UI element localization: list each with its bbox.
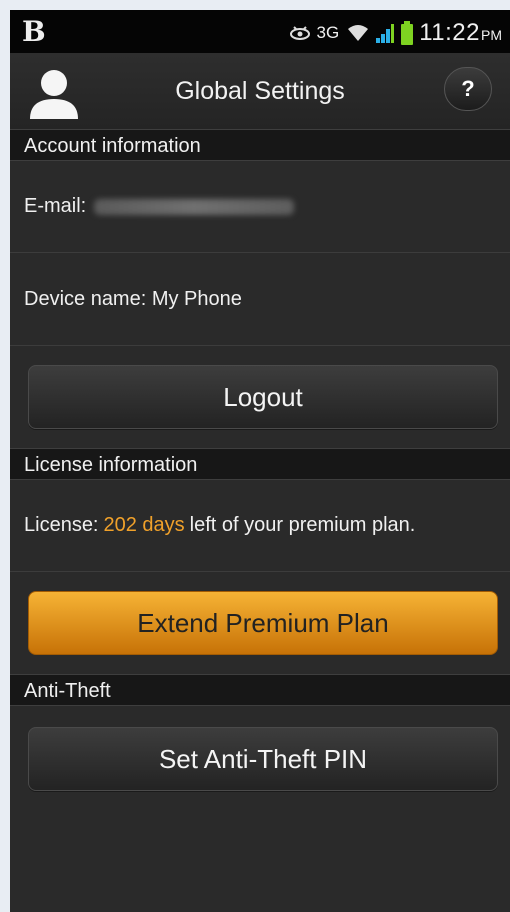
device-name-label: Device name: My Phone: [24, 288, 242, 310]
phone-screen: B 3G 11:22PM Global Settings ? Account i…: [10, 10, 510, 912]
email-row: E-mail:: [10, 161, 510, 253]
logout-button[interactable]: Logout: [28, 365, 498, 429]
section-license-information: License information: [10, 448, 510, 480]
license-days: 202 days: [103, 514, 185, 536]
section-account-information: Account information: [10, 129, 510, 161]
title-bar: Global Settings ?: [10, 53, 510, 130]
status-icons: 3G 11:22PM: [289, 18, 502, 48]
email-value-redacted: [94, 198, 295, 215]
eye-icon: [289, 26, 310, 40]
license-label: License:: [24, 514, 99, 536]
license-suffix: left of your premium plan.: [189, 514, 416, 536]
section-anti-theft: Anti-Theft: [10, 674, 510, 706]
extend-premium-plan-button[interactable]: Extend Premium Plan: [28, 591, 498, 655]
license-row: License: 202 days left of your premium p…: [10, 480, 510, 572]
status-bar: B 3G 11:22PM: [10, 10, 510, 53]
email-label: E-mail:: [24, 195, 87, 217]
set-anti-theft-pin-button[interactable]: Set Anti-Theft PIN: [28, 727, 498, 791]
network-type: 3G: [316, 23, 340, 42]
help-button[interactable]: ?: [444, 67, 492, 111]
clock: 11:22PM: [419, 19, 502, 46]
device-name-row: Device name: My Phone: [10, 254, 510, 346]
page-title: Global Settings: [175, 77, 345, 105]
app-logo: B: [22, 15, 46, 48]
wifi-icon: [348, 25, 369, 41]
signal-icon: [376, 24, 395, 43]
battery-icon: [401, 21, 414, 45]
